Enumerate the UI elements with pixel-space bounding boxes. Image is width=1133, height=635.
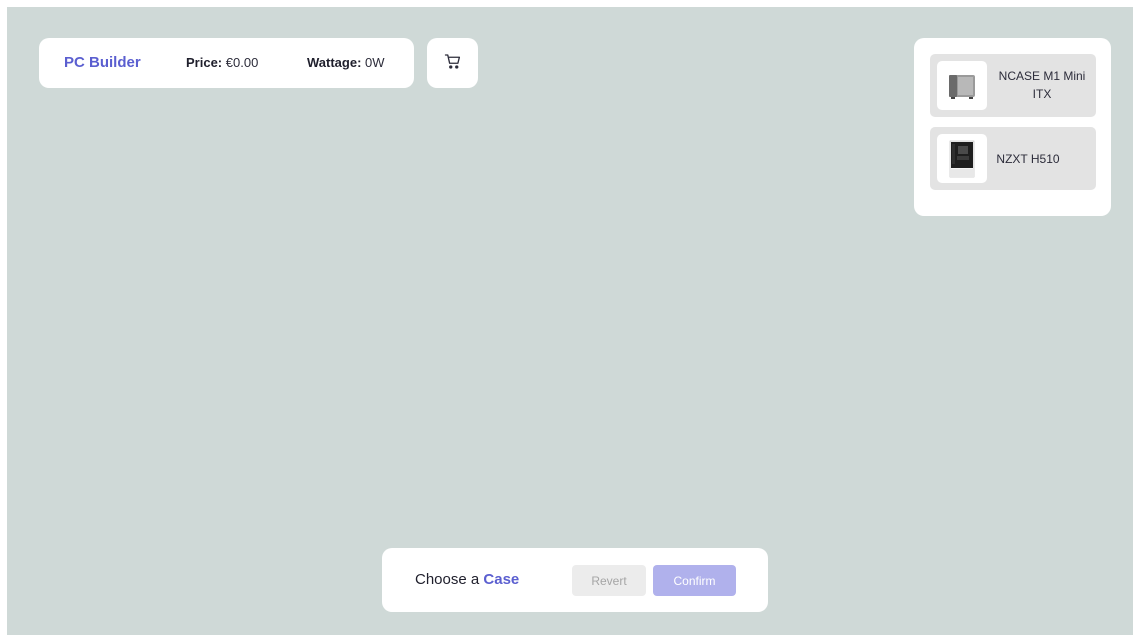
case-image — [937, 134, 987, 183]
price-label: Price: — [186, 55, 223, 70]
case-option-label: NCASE M1 Mini ITX — [998, 69, 1086, 101]
price-value: €0.00 — [225, 55, 259, 70]
selection-bar: Choose a Case Revert Confirm — [382, 548, 768, 612]
wattage-display: Wattage: 0W — [307, 55, 385, 70]
component-picker: NCASE M1 Mini ITX NZXT H510 — [914, 38, 1111, 216]
revert-button[interactable]: Revert — [572, 565, 646, 596]
case-option-ncase-m1[interactable]: NCASE M1 Mini ITX — [930, 54, 1096, 117]
case-image — [937, 61, 987, 110]
choose-prefix: Choose a — [415, 571, 480, 588]
case-option-label: NZXT H510 — [996, 152, 1060, 166]
cart-icon — [444, 52, 462, 75]
choose-category: Case — [483, 571, 520, 588]
price-display: Price: €0.00 — [186, 55, 258, 70]
brand-title: PC Builder — [64, 54, 141, 71]
choose-prompt: Choose a Case — [415, 571, 519, 588]
wattage-value: 0W — [365, 55, 385, 70]
cart-button[interactable] — [427, 38, 478, 88]
case-option-nzxt-h510[interactable]: NZXT H510 — [930, 127, 1096, 190]
builder-canvas: PC Builder Price: €0.00 Wattage: 0W NCAS… — [7, 7, 1133, 635]
wattage-label: Wattage: — [307, 55, 362, 70]
top-bar: PC Builder Price: €0.00 Wattage: 0W — [39, 38, 414, 88]
confirm-button[interactable]: Confirm — [653, 565, 736, 596]
